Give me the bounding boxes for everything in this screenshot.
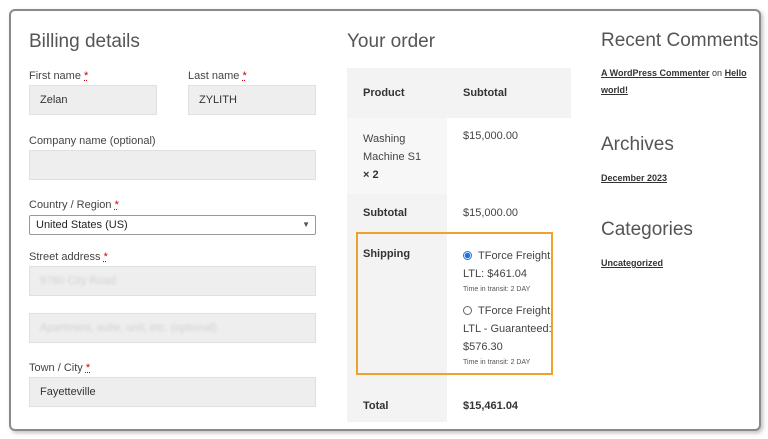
first-name-field[interactable]: Zelan bbox=[29, 85, 157, 115]
archives-title: Archives bbox=[601, 134, 674, 155]
company-field[interactable] bbox=[29, 150, 316, 180]
billing-title: Billing details bbox=[29, 31, 140, 52]
subtotal-row: Subtotal $15,000.00 bbox=[347, 194, 571, 234]
item-subtotal: $15,000.00 bbox=[463, 130, 519, 142]
subtotal-label: Subtotal bbox=[363, 207, 407, 219]
total-label: Total bbox=[363, 400, 389, 412]
required-mark: * bbox=[242, 70, 247, 82]
country-value: United States (US) bbox=[36, 219, 128, 231]
recent-comments-title: Recent Comments bbox=[601, 30, 759, 51]
order-header-row: Product Subtotal bbox=[347, 68, 571, 118]
country-select[interactable]: United States (US) ▼ bbox=[29, 215, 316, 235]
required-mark: * bbox=[84, 70, 89, 82]
subtotal-value: $15,000.00 bbox=[463, 207, 519, 219]
city-label-text: Town / City bbox=[29, 362, 83, 374]
commenter-link[interactable]: A WordPress Commenter bbox=[601, 68, 710, 78]
street-value: 9780 City Road bbox=[40, 275, 116, 287]
first-name-value: Zelan bbox=[40, 94, 68, 106]
post-link[interactable]: Hello bbox=[725, 68, 747, 78]
total-cell-bg bbox=[347, 386, 447, 422]
post-link-line2[interactable]: world! bbox=[601, 85, 628, 95]
on-text: on bbox=[712, 68, 723, 78]
total-value: $15,461.04 bbox=[463, 400, 519, 412]
col-subtotal: Subtotal bbox=[463, 87, 507, 99]
item-name-line2: Machine S1 bbox=[363, 151, 422, 163]
street-label: Street address * bbox=[29, 251, 108, 263]
last-name-label: Last name * bbox=[188, 70, 247, 82]
chevron-down-icon: ▼ bbox=[302, 220, 310, 229]
last-name-field[interactable]: ZYLITH bbox=[188, 85, 316, 115]
street-label-text: Street address bbox=[29, 251, 101, 263]
total-row: Total $15,461.04 bbox=[347, 386, 571, 422]
page-frame: Billing details First name * Zelan Last … bbox=[9, 9, 761, 431]
recent-comment-entry: A WordPress Commenter on Hello world! bbox=[601, 65, 751, 99]
item-qty: × 2 bbox=[363, 169, 379, 181]
country-label-text: Country / Region bbox=[29, 199, 112, 211]
archive-item: December 2023 bbox=[601, 168, 667, 186]
shipping-highlight-box bbox=[356, 232, 553, 375]
country-label: Country / Region * bbox=[29, 199, 119, 211]
categories-title: Categories bbox=[601, 219, 693, 240]
first-name-label-text: First name bbox=[29, 70, 81, 82]
city-value: Fayetteville bbox=[40, 386, 96, 398]
required-mark: * bbox=[114, 199, 119, 211]
item-name-line1: Washing bbox=[363, 133, 406, 145]
category-item: Uncategorized bbox=[601, 253, 663, 271]
archive-link[interactable]: December 2023 bbox=[601, 173, 667, 183]
first-name-label: First name * bbox=[29, 70, 88, 82]
street2-field[interactable]: Apartment, suite, unit, etc. (optional) bbox=[29, 313, 316, 343]
last-name-value: ZYLITH bbox=[199, 94, 237, 106]
order-title: Your order bbox=[347, 31, 436, 52]
category-link[interactable]: Uncategorized bbox=[601, 258, 663, 268]
required-mark: * bbox=[103, 251, 108, 263]
company-label: Company name (optional) bbox=[29, 135, 156, 147]
city-label: Town / City * bbox=[29, 362, 90, 374]
last-name-label-text: Last name bbox=[188, 70, 240, 82]
required-mark: * bbox=[85, 362, 91, 374]
city-field[interactable]: Fayetteville bbox=[29, 377, 316, 407]
street2-placeholder: Apartment, suite, unit, etc. (optional) bbox=[40, 322, 217, 334]
order-item-row: Washing Machine S1 × 2 $15,000.00 bbox=[347, 118, 571, 194]
item-name: Washing Machine S1 × 2 bbox=[363, 130, 421, 184]
street-field[interactable]: 9780 City Road bbox=[29, 266, 316, 296]
col-product: Product bbox=[363, 87, 405, 99]
